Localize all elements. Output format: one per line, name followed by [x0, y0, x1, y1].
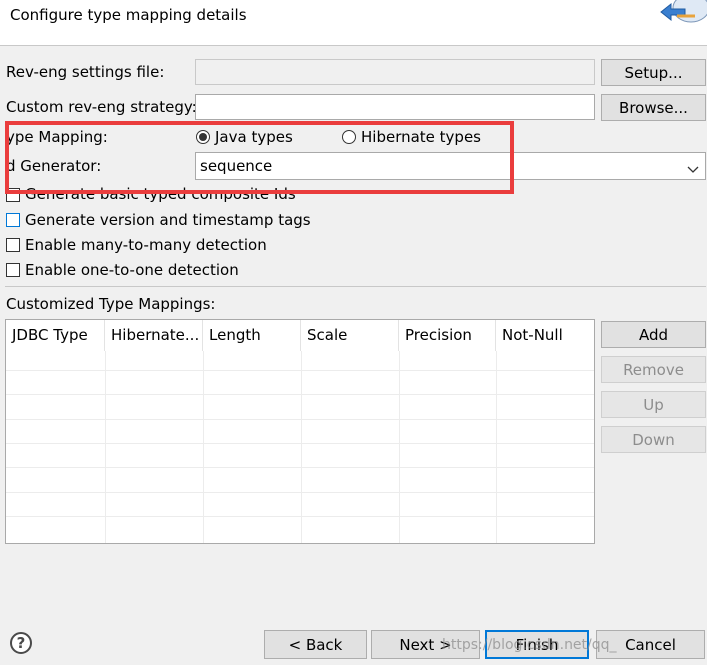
- table-column-divider: [105, 351, 106, 543]
- composite-ids-checkbox[interactable]: [6, 188, 20, 202]
- browse-button[interactable]: Browse...: [601, 94, 706, 121]
- page-title: Configure type mapping details: [10, 6, 247, 24]
- table-column-divider: [301, 351, 302, 543]
- column-header-hibernate[interactable]: Hibernate...: [105, 320, 203, 351]
- setup-button[interactable]: Setup...: [601, 59, 706, 86]
- back-button[interactable]: < Back: [264, 630, 367, 659]
- version-tags-label: Generate version and timestamp tags: [25, 211, 311, 229]
- type-mapping-label: ype Mapping:: [6, 128, 108, 146]
- remove-mapping-button[interactable]: Remove: [601, 356, 706, 383]
- chevron-down-icon[interactable]: [687, 161, 699, 179]
- column-header-not-null[interactable]: Not-Null: [496, 320, 594, 351]
- id-generator-select[interactable]: sequence: [195, 152, 706, 180]
- id-generator-value: sequence: [200, 157, 273, 175]
- custom-strategy-field[interactable]: [195, 94, 595, 120]
- java-types-label: Java types: [215, 128, 293, 146]
- add-mapping-button[interactable]: Add: [601, 321, 706, 348]
- type-mappings-table[interactable]: JDBC Type Hibernate... Length Scale Prec…: [5, 319, 595, 544]
- help-icon[interactable]: ?: [10, 632, 32, 654]
- move-down-button[interactable]: Down: [601, 426, 706, 453]
- wizard-header: Configure type mapping details: [0, 0, 707, 46]
- section-separator: [5, 286, 706, 287]
- column-header-scale[interactable]: Scale: [301, 320, 399, 351]
- composite-ids-label: Generate basic typed composite Ids: [25, 185, 296, 203]
- table-column-divider: [496, 351, 497, 543]
- hibernate-types-radio[interactable]: [342, 130, 356, 144]
- move-up-button[interactable]: Up: [601, 391, 706, 418]
- hibernate-types-label: Hibernate types: [361, 128, 481, 146]
- custom-strategy-label: Custom rev-eng strategy:: [6, 98, 197, 116]
- column-header-jdbc-type[interactable]: JDBC Type: [6, 320, 105, 351]
- java-types-radio[interactable]: [196, 130, 210, 144]
- one-to-one-label: Enable one-to-one detection: [25, 261, 239, 279]
- wizard-banner-icon: [647, 0, 707, 30]
- column-header-precision[interactable]: Precision: [399, 320, 496, 351]
- column-header-length[interactable]: Length: [203, 320, 301, 351]
- watermark-text: https://blog.csdn.net/qq_: [442, 637, 617, 653]
- rev-eng-settings-field[interactable]: [195, 59, 595, 85]
- rev-eng-settings-label: Rev-eng settings file:: [6, 63, 165, 81]
- table-column-divider: [203, 351, 204, 543]
- version-tags-checkbox[interactable]: [6, 213, 20, 227]
- customized-mappings-label: Customized Type Mappings:: [6, 295, 216, 313]
- one-to-one-checkbox[interactable]: [6, 263, 20, 277]
- many-to-many-checkbox[interactable]: [6, 238, 20, 252]
- many-to-many-label: Enable many-to-many detection: [25, 236, 267, 254]
- table-column-divider: [399, 351, 400, 543]
- id-generator-label: d Generator:: [6, 157, 102, 175]
